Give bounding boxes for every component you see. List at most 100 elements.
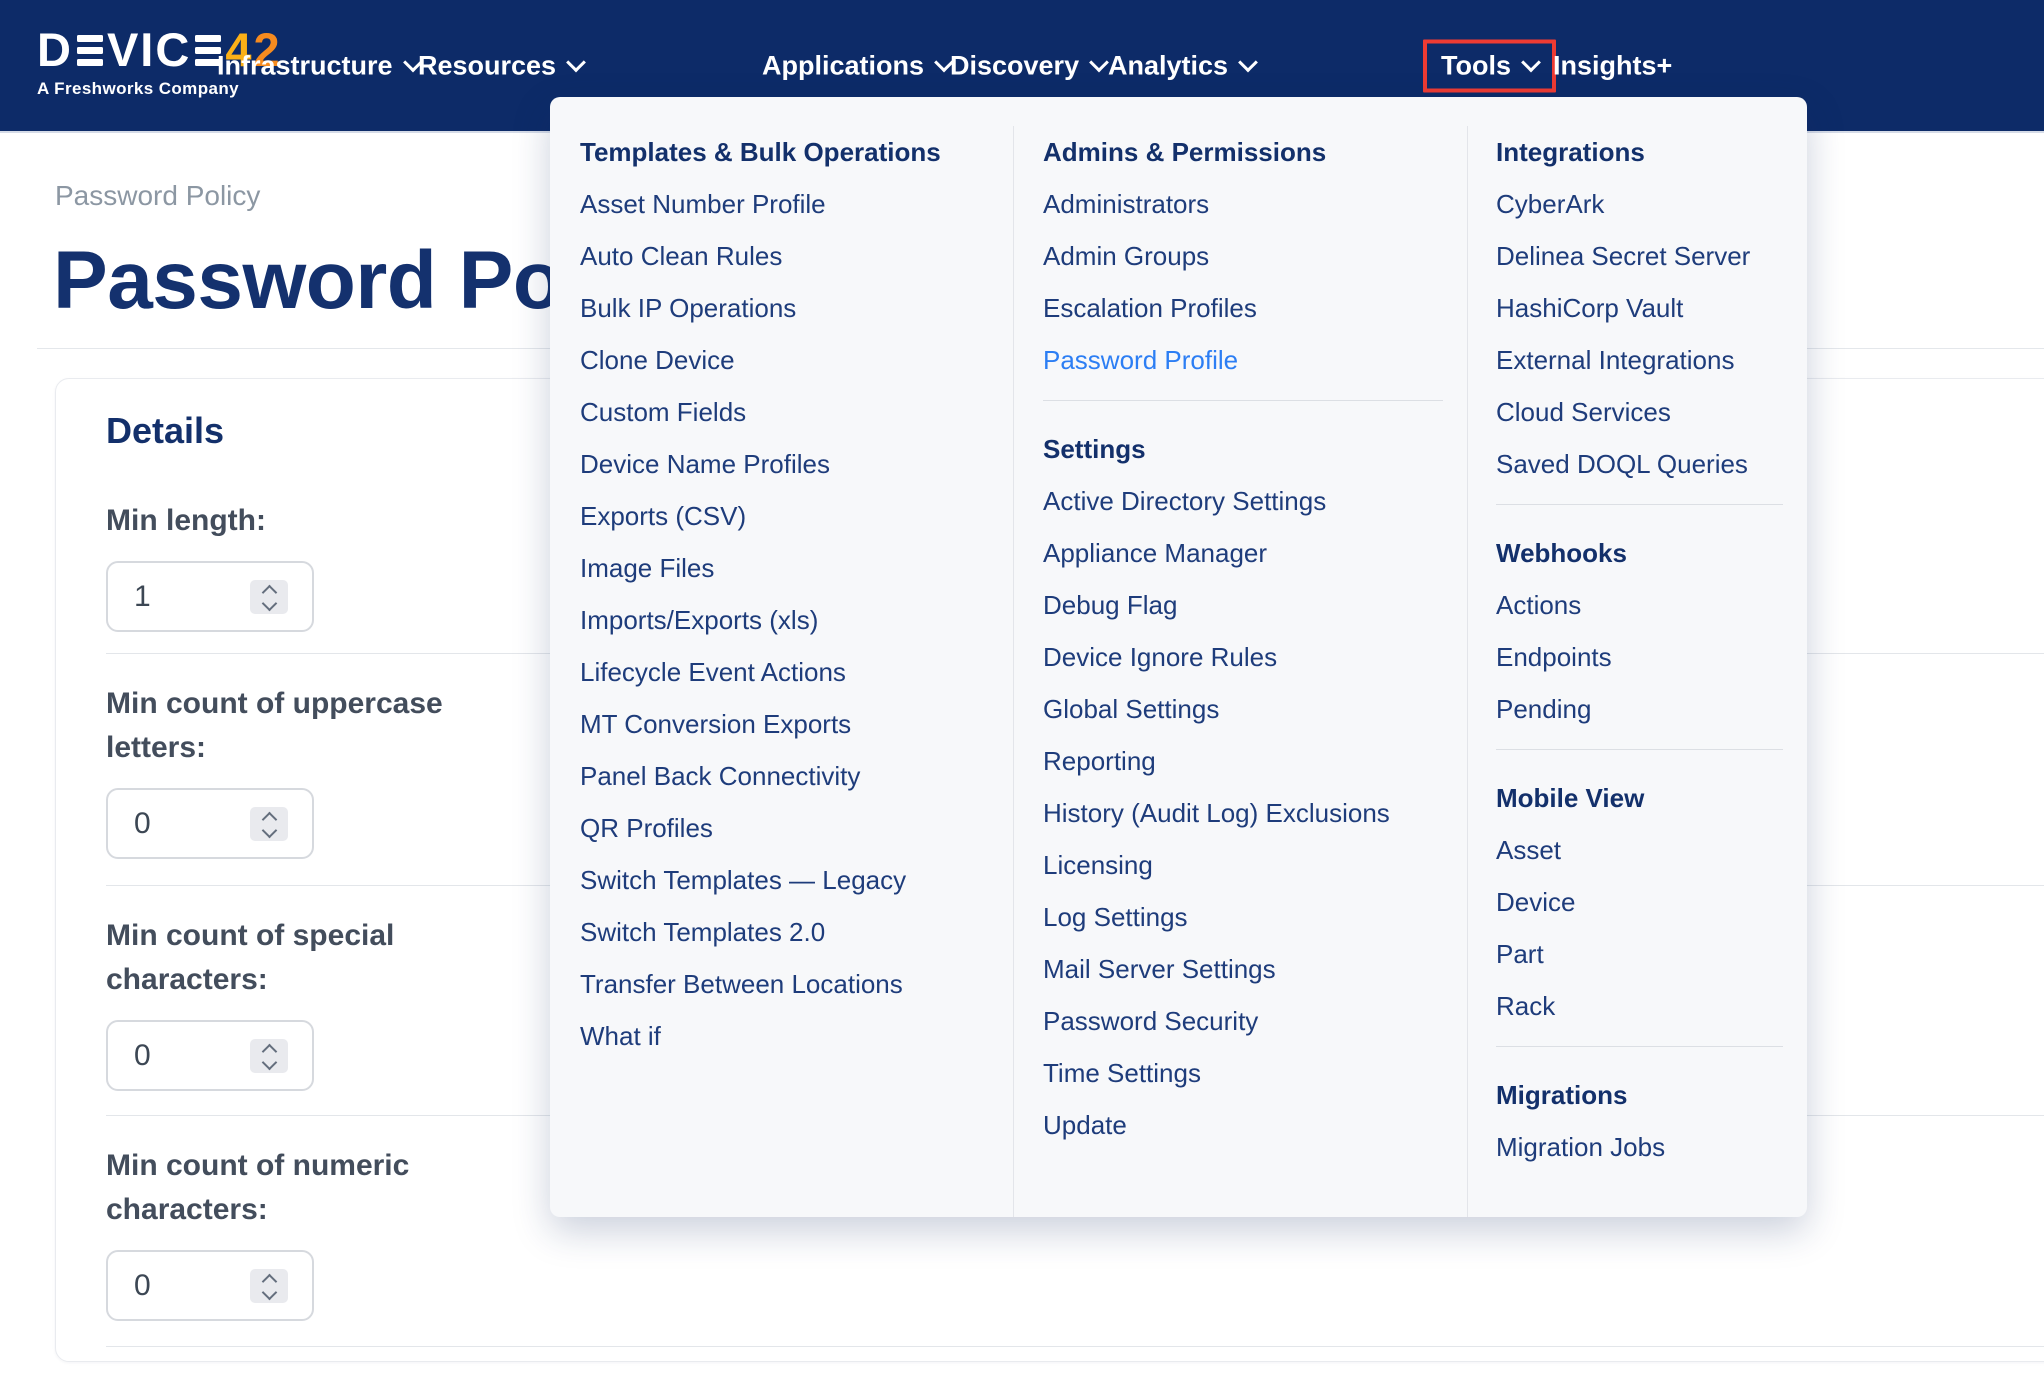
nav-analytics[interactable]: Analytics bbox=[1108, 50, 1255, 81]
menu-item-external-integrations[interactable]: External Integrations bbox=[1496, 334, 1807, 386]
menu-item-endpoints[interactable]: Endpoints bbox=[1496, 631, 1807, 683]
menu-item-custom-fields[interactable]: Custom Fields bbox=[580, 386, 1013, 438]
number-input-min-count-of-numeric-characters bbox=[106, 1250, 314, 1321]
menu-item-delinea-secret-server[interactable]: Delinea Secret Server bbox=[1496, 230, 1807, 282]
field-label: Min count of numeric characters: bbox=[106, 1144, 451, 1232]
number-input-min-length bbox=[106, 561, 314, 632]
number-stepper[interactable] bbox=[250, 807, 288, 841]
menu-item-update[interactable]: Update bbox=[1043, 1099, 1467, 1151]
menu-item-mt-conversion-exports[interactable]: MT Conversion Exports bbox=[580, 698, 1013, 750]
chevron-down-icon bbox=[261, 823, 277, 839]
number-input-min-count-of-uppercase-letters bbox=[106, 788, 314, 859]
nav-label: Tools bbox=[1441, 50, 1511, 81]
tools-menu-column-3: IntegrationsCyberArkDelinea Secret Serve… bbox=[1467, 126, 1807, 1217]
nav-label: Insights+ bbox=[1553, 50, 1672, 81]
chevron-down-icon bbox=[1521, 53, 1541, 73]
number-field[interactable] bbox=[108, 807, 234, 841]
menu-section-header-templates-bulk-operations: Templates & Bulk Operations bbox=[580, 126, 1013, 178]
menu-item-asset[interactable]: Asset bbox=[1496, 824, 1807, 876]
menu-item-history-audit-log-exclusions[interactable]: History (Audit Log) Exclusions bbox=[1043, 787, 1467, 839]
menu-item-licensing[interactable]: Licensing bbox=[1043, 839, 1467, 891]
menu-item-global-settings[interactable]: Global Settings bbox=[1043, 683, 1467, 735]
chevron-down-icon bbox=[566, 53, 586, 73]
nav-label: Resources bbox=[418, 50, 556, 81]
nav-label: Analytics bbox=[1108, 50, 1228, 81]
chevron-down-icon bbox=[1089, 53, 1109, 73]
menu-item-bulk-ip-operations[interactable]: Bulk IP Operations bbox=[580, 282, 1013, 334]
logo-letters: VIC bbox=[107, 26, 191, 73]
menu-item-cloud-services[interactable]: Cloud Services bbox=[1496, 386, 1807, 438]
menu-item-log-settings[interactable]: Log Settings bbox=[1043, 891, 1467, 943]
menu-item-lifecycle-event-actions[interactable]: Lifecycle Event Actions bbox=[580, 646, 1013, 698]
menu-item-appliance-manager[interactable]: Appliance Manager bbox=[1043, 527, 1467, 579]
menu-item-pending[interactable]: Pending bbox=[1496, 683, 1807, 735]
menu-item-imports-exports-xls[interactable]: Imports/Exports (xls) bbox=[580, 594, 1013, 646]
menu-item-asset-number-profile[interactable]: Asset Number Profile bbox=[580, 178, 1013, 230]
menu-item-admin-groups[interactable]: Admin Groups bbox=[1043, 230, 1467, 282]
menu-item-migration-jobs[interactable]: Migration Jobs bbox=[1496, 1121, 1807, 1173]
number-stepper[interactable] bbox=[250, 1039, 288, 1073]
menu-item-image-files[interactable]: Image Files bbox=[580, 542, 1013, 594]
logo-letter: D bbox=[37, 26, 73, 73]
menu-item-transfer-between-locations[interactable]: Transfer Between Locations bbox=[580, 958, 1013, 1010]
number-field[interactable] bbox=[108, 1039, 234, 1073]
nav-discovery[interactable]: Discovery bbox=[950, 50, 1106, 81]
tools-dropdown-menu: Templates & Bulk OperationsAsset Number … bbox=[550, 97, 1807, 1217]
nav-label: Infrastructure bbox=[217, 50, 393, 81]
chevron-down-icon bbox=[261, 1285, 277, 1301]
menu-section-divider bbox=[1496, 749, 1783, 750]
menu-item-actions[interactable]: Actions bbox=[1496, 579, 1807, 631]
nav-resources[interactable]: Resources bbox=[418, 50, 583, 81]
menu-section-header-migrations: Migrations bbox=[1496, 1069, 1807, 1121]
menu-section-divider bbox=[1043, 400, 1443, 401]
nav-applications[interactable]: Applications bbox=[762, 50, 951, 81]
menu-item-reporting[interactable]: Reporting bbox=[1043, 735, 1467, 787]
menu-section-divider bbox=[1496, 1046, 1783, 1047]
menu-section-header-mobile-view: Mobile View bbox=[1496, 772, 1807, 824]
menu-item-active-directory-settings[interactable]: Active Directory Settings bbox=[1043, 475, 1467, 527]
menu-item-device[interactable]: Device bbox=[1496, 876, 1807, 928]
menu-item-cyberark[interactable]: CyberArk bbox=[1496, 178, 1807, 230]
menu-item-panel-back-connectivity[interactable]: Panel Back Connectivity bbox=[580, 750, 1013, 802]
menu-item-mail-server-settings[interactable]: Mail Server Settings bbox=[1043, 943, 1467, 995]
menu-section-header-webhooks: Webhooks bbox=[1496, 527, 1807, 579]
menu-item-saved-doql-queries[interactable]: Saved DOQL Queries bbox=[1496, 438, 1807, 490]
menu-item-auto-clean-rules[interactable]: Auto Clean Rules bbox=[580, 230, 1013, 282]
chevron-down-icon bbox=[1238, 53, 1258, 73]
menu-item-administrators[interactable]: Administrators bbox=[1043, 178, 1467, 230]
field-label: Min count of special characters: bbox=[106, 914, 451, 1002]
menu-item-hashicorp-vault[interactable]: HashiCorp Vault bbox=[1496, 282, 1807, 334]
logo-tagline: A Freshworks Company bbox=[37, 79, 282, 99]
menu-item-part[interactable]: Part bbox=[1496, 928, 1807, 980]
tools-menu-column-1: Templates & Bulk OperationsAsset Number … bbox=[550, 126, 1013, 1217]
menu-item-password-security[interactable]: Password Security bbox=[1043, 995, 1467, 1047]
menu-item-rack[interactable]: Rack bbox=[1496, 980, 1807, 1032]
menu-item-device-name-profiles[interactable]: Device Name Profiles bbox=[580, 438, 1013, 490]
menu-item-what-if[interactable]: What if bbox=[580, 1010, 1013, 1062]
menu-item-escalation-profiles[interactable]: Escalation Profiles bbox=[1043, 282, 1467, 334]
menu-item-device-ignore-rules[interactable]: Device Ignore Rules bbox=[1043, 631, 1467, 683]
menu-section-header-admins-permissions: Admins & Permissions bbox=[1043, 126, 1467, 178]
nav-label: Applications bbox=[762, 50, 924, 81]
menu-item-exports-csv[interactable]: Exports (CSV) bbox=[580, 490, 1013, 542]
menu-item-qr-profiles[interactable]: QR Profiles bbox=[580, 802, 1013, 854]
number-stepper[interactable] bbox=[250, 1269, 288, 1303]
menu-item-clone-device[interactable]: Clone Device bbox=[580, 334, 1013, 386]
menu-item-switch-templates-legacy[interactable]: Switch Templates — Legacy bbox=[580, 854, 1013, 906]
menu-item-time-settings[interactable]: Time Settings bbox=[1043, 1047, 1467, 1099]
menu-item-debug-flag[interactable]: Debug Flag bbox=[1043, 579, 1467, 631]
menu-item-switch-templates-2-0[interactable]: Switch Templates 2.0 bbox=[580, 906, 1013, 958]
breadcrumb: Password Policy bbox=[55, 180, 260, 212]
number-stepper[interactable] bbox=[250, 580, 288, 614]
nav-infrastructure[interactable]: Infrastructure bbox=[217, 50, 420, 81]
nav-tools[interactable]: Tools bbox=[1423, 39, 1556, 92]
number-field[interactable] bbox=[108, 1269, 234, 1303]
number-field[interactable] bbox=[108, 580, 234, 614]
nav-insights-plus[interactable]: Insights+ bbox=[1553, 50, 1672, 81]
nav-label: Discovery bbox=[950, 50, 1079, 81]
field-label: Min length: bbox=[106, 499, 451, 543]
number-input-min-count-of-special-characters bbox=[106, 1020, 314, 1091]
chevron-down-icon bbox=[261, 1055, 277, 1071]
field-label: Min count of uppercase letters: bbox=[106, 682, 451, 770]
menu-item-password-profile[interactable]: Password Profile bbox=[1043, 334, 1467, 386]
